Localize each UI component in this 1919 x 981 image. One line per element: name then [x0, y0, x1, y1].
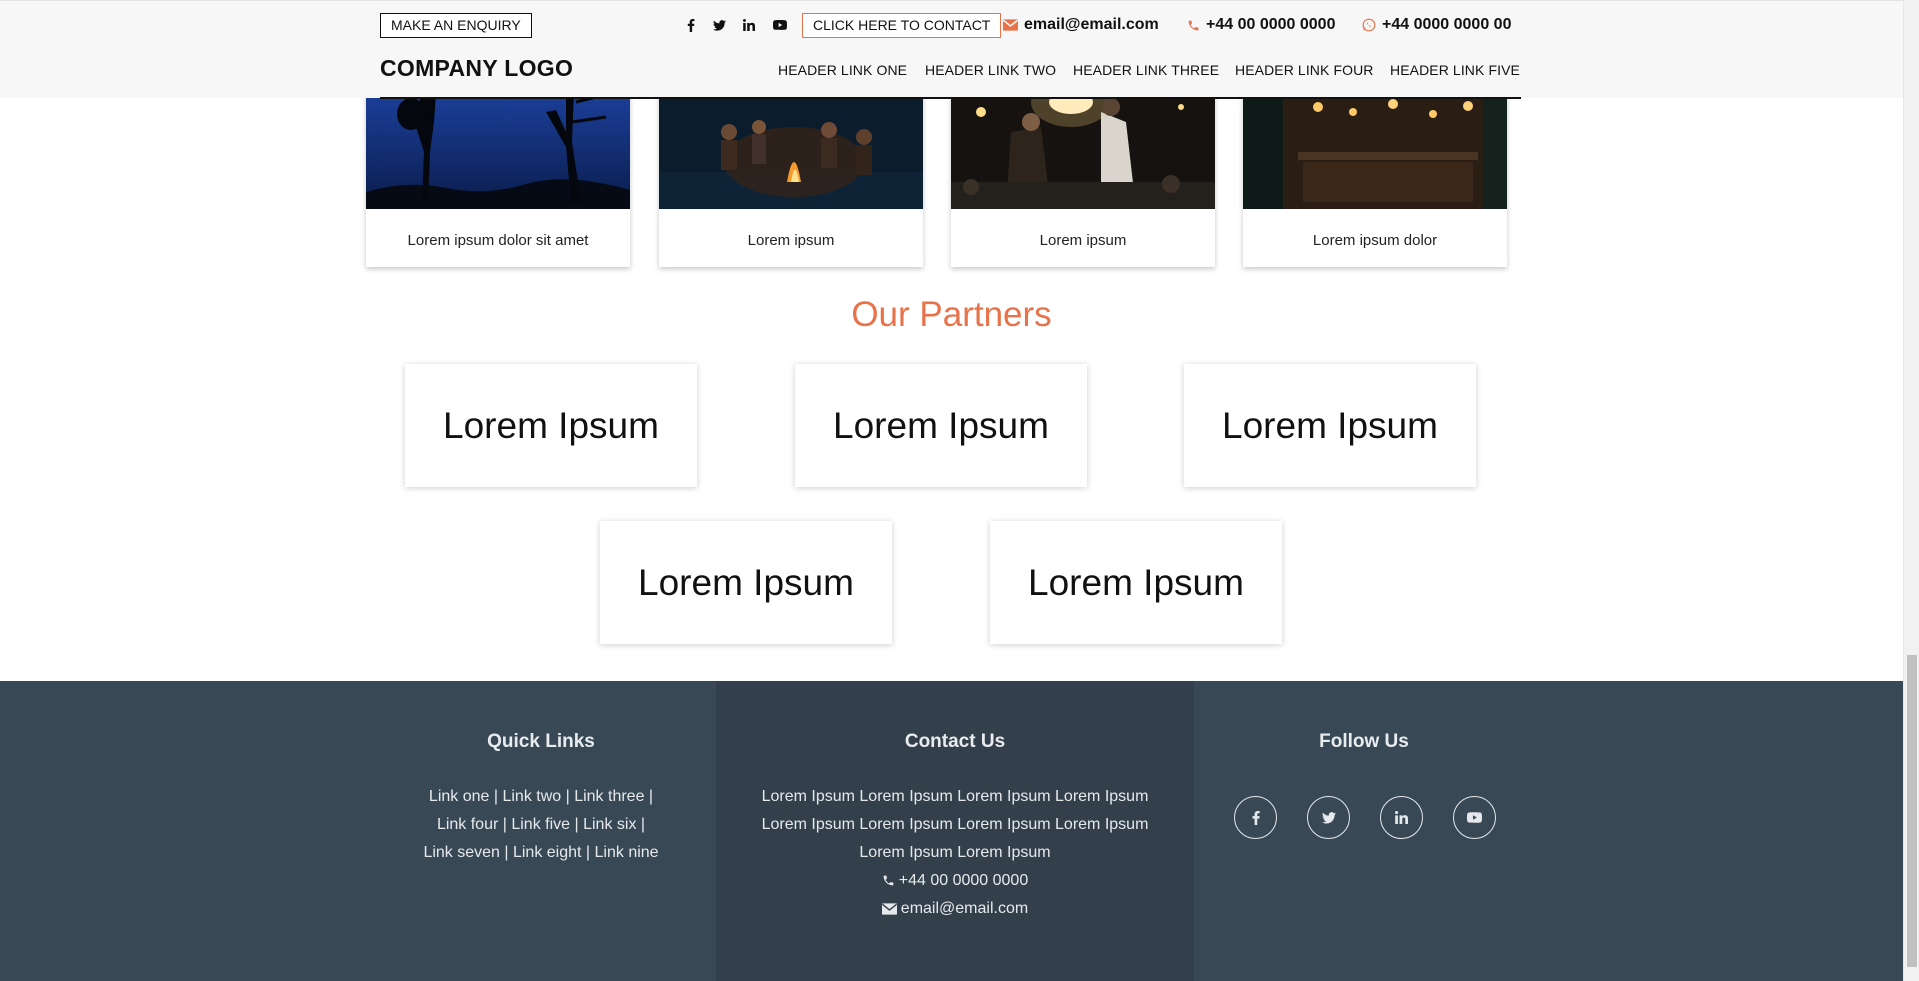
contact-text-line: Lorem Ipsum Lorem Ipsum Lorem Ipsum Lore… [761, 788, 1149, 805]
partner-card[interactable]: Lorem Ipsum [600, 521, 892, 644]
twitter-icon[interactable] [1307, 796, 1350, 839]
partners-title: Our Partners [851, 295, 1052, 334]
header-email[interactable]: email@email.com [1003, 15, 1159, 35]
gallery-caption: Lorem ipsum dolor sit amet [407, 232, 589, 249]
gallery-caption: Lorem ipsum [747, 232, 835, 249]
quick-links-row[interactable]: Link seven | Link eight | Link nine [352, 839, 730, 867]
phone-icon [883, 875, 894, 886]
follow-us-title: Follow Us [1319, 731, 1409, 752]
contact-us-title: Contact Us [904, 731, 1006, 752]
partner-card[interactable]: Lorem Ipsum [990, 521, 1282, 644]
partner-card[interactable]: Lorem Ipsum [405, 364, 697, 487]
footer-follow: Follow Us [1194, 681, 1534, 981]
gallery-image-lanterns [951, 92, 1215, 209]
footer-quick-links: Quick Links Link one | Link two | Link t… [352, 681, 730, 981]
gallery-card[interactable]: Lorem ipsum [951, 92, 1215, 267]
contact-text-line: Lorem Ipsum Lorem Ipsum [859, 844, 1051, 861]
nav-link-five[interactable]: HEADER LINK FIVE [1390, 62, 1520, 78]
linkedin-icon[interactable] [740, 15, 758, 35]
footer-email[interactable]: email@email.com [716, 895, 1194, 923]
quick-links-title: Quick Links [487, 731, 595, 752]
gallery-card[interactable]: Lorem ipsum dolor sit amet [366, 92, 630, 267]
nav-link-one[interactable]: HEADER LINK ONE [778, 62, 907, 78]
linkedin-icon[interactable] [1380, 796, 1423, 839]
quick-links-row[interactable]: Link four | Link five | Link six | [352, 811, 730, 839]
footer-contact: Contact Us Lorem Ipsum Lorem Ipsum Lorem… [716, 681, 1194, 981]
nav-link-two[interactable]: HEADER LINK TWO [925, 62, 1056, 78]
nav-link-four[interactable]: HEADER LINK FOUR [1235, 62, 1374, 78]
facebook-icon[interactable] [682, 15, 700, 35]
gallery-image-bar [1243, 92, 1507, 209]
footer-phone[interactable]: +44 00 0000 0000 [716, 867, 1194, 895]
gallery-card[interactable]: Lorem ipsum [659, 92, 923, 267]
gallery-caption: Lorem ipsum [1039, 232, 1127, 249]
header-whatsapp-text: +44 0000 0000 00 [1382, 16, 1512, 33]
click-to-contact-button[interactable]: CLICK HERE TO CONTACT [802, 13, 1002, 38]
header-email-text: email@email.com [1024, 16, 1159, 33]
envelope-icon [1003, 19, 1018, 31]
partner-card[interactable]: Lorem Ipsum [795, 364, 1087, 487]
quick-links-row[interactable]: Link one | Link two | Link three | [352, 783, 730, 811]
nav-link-three[interactable]: HEADER LINK THREE [1073, 62, 1219, 78]
gallery-card[interactable]: Lorem ipsum dolor [1243, 92, 1507, 267]
facebook-icon[interactable] [1234, 796, 1277, 839]
phone-icon [1188, 20, 1199, 30]
youtube-icon[interactable] [1453, 796, 1496, 839]
header-divider [380, 97, 1521, 99]
envelope-icon [881, 903, 897, 915]
partner-card[interactable]: Lorem Ipsum [1184, 364, 1476, 487]
whatsapp-icon [1362, 18, 1376, 32]
contact-text-line: Lorem Ipsum Lorem Ipsum Lorem Ipsum Lore… [761, 816, 1149, 833]
company-logo[interactable]: COMPANY LOGO [380, 55, 573, 82]
header-phone-text: +44 00 0000 0000 [1206, 16, 1336, 33]
make-enquiry-button[interactable]: MAKE AN ENQUIRY [380, 13, 532, 38]
gallery-caption: Lorem ipsum dolor [1312, 232, 1438, 249]
page-scrollbar[interactable] [1903, 0, 1919, 981]
twitter-icon[interactable] [710, 15, 728, 35]
scrollbar-thumb[interactable] [1907, 655, 1917, 967]
youtube-icon[interactable] [771, 15, 789, 35]
footer-email-text: email@email.com [900, 900, 1029, 917]
footer-phone-text: +44 00 0000 0000 [898, 872, 1029, 889]
gallery-image-silhouette [366, 92, 630, 209]
header-whatsapp[interactable]: +44 0000 0000 00 [1362, 15, 1511, 35]
header-phone[interactable]: +44 00 0000 0000 [1187, 15, 1335, 35]
gallery-image-campfire [659, 92, 923, 209]
site-footer: Quick Links Link one | Link two | Link t… [0, 681, 1903, 981]
site-header: MAKE AN ENQUIRY CLICK HERE TO CONTACT em… [0, 0, 1903, 99]
